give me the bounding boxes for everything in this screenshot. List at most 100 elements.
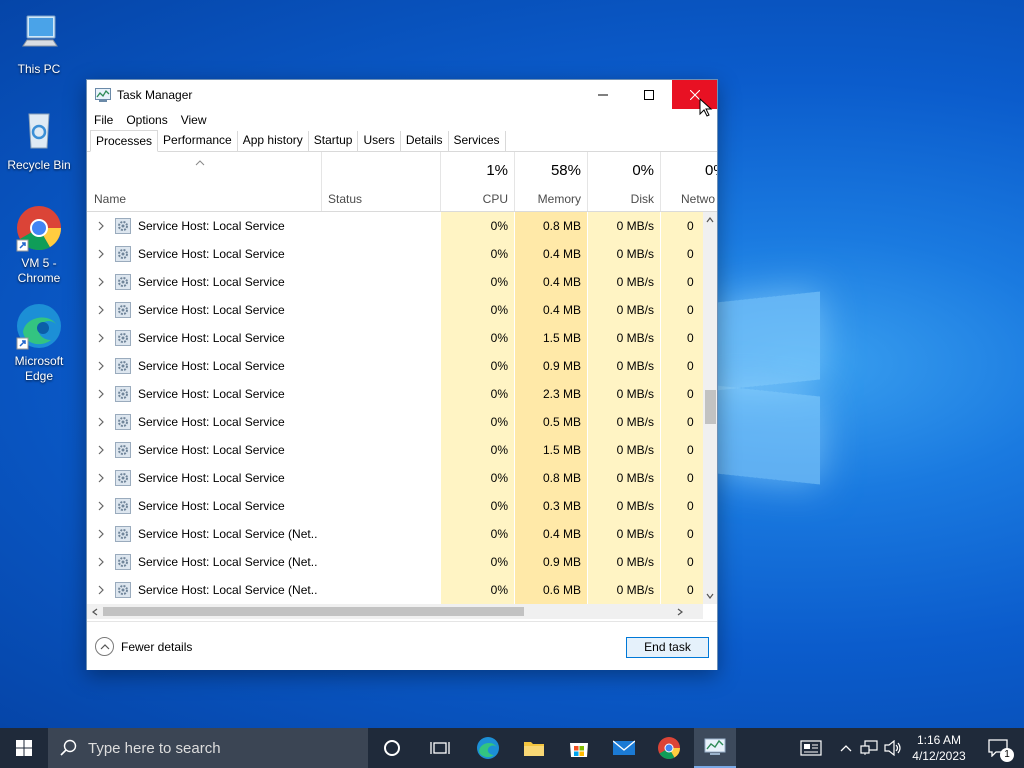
chrome-icon <box>658 737 680 759</box>
process-row[interactable]: Service Host: Local Service (Net... 0% 0.4… <box>87 520 703 548</box>
menu-view[interactable]: View <box>181 113 207 127</box>
cortana-button[interactable] <box>372 728 412 768</box>
desktop-icon-recycle-bin[interactable]: Recycle Bin <box>4 106 74 173</box>
tab-details[interactable]: Details <box>401 131 449 151</box>
process-name: Service Host: Local Service <box>138 415 285 429</box>
process-row[interactable]: Service Host: Local Service 0% 0.4 MB 0 MB/… <box>87 296 703 324</box>
process-cpu: 0% <box>441 436 514 464</box>
process-row[interactable]: Service Host: Local Service 0% 0.3 MB 0 MB/… <box>87 492 703 520</box>
desktop-icon-vm-chrome[interactable]: VM 5 - Chrome <box>4 204 74 286</box>
taskbar-task-manager[interactable] <box>694 728 736 768</box>
process-row[interactable]: Service Host: Local Service 0% 2.3 MB 0 MB/… <box>87 380 703 408</box>
network-icon <box>860 740 878 755</box>
chevron-right-icon[interactable] <box>96 389 106 399</box>
column-header-disk[interactable]: 0% Disk <box>588 152 660 211</box>
taskbar-mail[interactable] <box>604 728 644 768</box>
process-cpu: 0% <box>441 520 514 548</box>
vertical-scrollbar-thumb[interactable] <box>705 390 716 424</box>
tab-users[interactable]: Users <box>358 131 401 151</box>
taskbar-edge[interactable] <box>468 728 508 768</box>
desktop-icon-this-pc[interactable]: This PC <box>4 10 74 77</box>
process-row[interactable]: Service Host: Local Service 0% 0.4 MB 0 MB/… <box>87 268 703 296</box>
scroll-right-icon[interactable] <box>677 608 683 616</box>
chevron-right-icon[interactable] <box>96 333 106 343</box>
chevron-right-icon[interactable] <box>96 445 106 455</box>
process-list: Service Host: Local Service 0% 0.8 MB 0 MB/… <box>87 212 703 604</box>
chevron-right-icon[interactable] <box>96 221 106 231</box>
task-view-button[interactable] <box>420 728 460 768</box>
process-row[interactable]: Service Host: Local Service 0% 1.5 MB 0 MB/… <box>87 324 703 352</box>
chevron-right-icon[interactable] <box>96 501 106 511</box>
process-row[interactable]: Service Host: Local Service (Net... 0% 0.6… <box>87 576 703 604</box>
chevron-right-icon[interactable] <box>96 529 106 539</box>
process-cpu: 0% <box>441 352 514 380</box>
column-header-name[interactable]: Name <box>87 152 321 211</box>
news-widget-button[interactable] <box>796 728 826 768</box>
mail-icon <box>613 740 635 755</box>
network-status-button[interactable] <box>858 728 880 768</box>
tab-app-history[interactable]: App history <box>238 131 309 151</box>
taskbar-file-explorer[interactable] <box>514 728 554 768</box>
chevron-right-icon[interactable] <box>96 417 106 427</box>
maximize-button[interactable] <box>626 80 671 109</box>
chevron-right-icon[interactable] <box>96 361 106 371</box>
taskbar-store[interactable] <box>559 728 599 768</box>
disk-total-pct: 0% <box>632 162 654 179</box>
process-name: Service Host: Local Service <box>138 303 285 317</box>
vertical-scrollbar[interactable] <box>703 212 717 604</box>
end-task-button[interactable]: End task <box>626 637 709 658</box>
tab-services[interactable]: Services <box>449 131 506 151</box>
menu-file[interactable]: File <box>94 113 113 127</box>
process-row[interactable]: Service Host: Local Service 0% 1.5 MB 0 MB/… <box>87 436 703 464</box>
column-header-network[interactable]: 0% Netwo <box>661 152 717 211</box>
show-hidden-icons-button[interactable] <box>838 728 854 768</box>
tab-performance[interactable]: Performance <box>158 131 238 151</box>
volume-button[interactable] <box>882 728 904 768</box>
process-disk: 0 MB/s <box>588 212 660 240</box>
scroll-up-icon[interactable] <box>706 217 714 223</box>
menu-options[interactable]: Options <box>126 113 167 127</box>
column-header-status[interactable]: Status <box>322 152 440 211</box>
process-row[interactable]: Service Host: Local Service 0% 0.9 MB 0 MB/… <box>87 352 703 380</box>
minimize-button[interactable] <box>580 80 625 109</box>
tab-startup[interactable]: Startup <box>309 131 359 151</box>
scroll-left-icon[interactable] <box>92 608 98 616</box>
column-header-memory[interactable]: 58% Memory <box>515 152 587 211</box>
chevron-right-icon[interactable] <box>96 585 106 595</box>
recycle-bin-icon <box>15 106 63 154</box>
process-cpu: 0% <box>441 408 514 436</box>
column-header-cpu[interactable]: 1% CPU <box>441 152 514 211</box>
start-button[interactable] <box>0 728 48 768</box>
tab-processes[interactable]: Processes <box>90 130 159 152</box>
clock[interactable]: 1:16 AM 4/12/2023 <box>908 728 970 768</box>
folder-icon <box>524 742 544 756</box>
process-row[interactable]: Service Host: Local Service 0% 0.5 MB 0 MB/… <box>87 408 703 436</box>
process-disk: 0 MB/s <box>588 576 660 604</box>
process-network: 0 M <box>661 520 703 548</box>
process-row[interactable]: Service Host: Local Service 0% 0.8 MB 0 MB/… <box>87 464 703 492</box>
taskbar-chrome[interactable] <box>649 728 689 768</box>
fewer-details-button[interactable]: Fewer details <box>95 637 192 656</box>
chevron-right-icon[interactable] <box>96 557 106 567</box>
taskbar-search-box[interactable]: Type here to search <box>48 728 368 768</box>
process-disk: 0 MB/s <box>588 352 660 380</box>
action-center-button[interactable]: 1 <box>978 728 1018 768</box>
chrome-icon <box>15 204 63 252</box>
chevron-right-icon[interactable] <box>96 277 106 287</box>
window-title: Task Manager <box>117 87 193 102</box>
process-row[interactable]: Service Host: Local Service 0% 0.8 MB 0 MB/… <box>87 212 703 240</box>
chevron-right-icon[interactable] <box>96 473 106 483</box>
desktop-icon-edge[interactable]: Microsoft Edge <box>4 302 74 384</box>
process-disk: 0 MB/s <box>588 268 660 296</box>
scroll-down-icon[interactable] <box>706 593 714 599</box>
horizontal-scrollbar-thumb[interactable] <box>103 607 524 616</box>
title-bar[interactable]: Task Manager <box>87 80 717 117</box>
horizontal-scrollbar[interactable] <box>87 604 703 619</box>
chevron-right-icon[interactable] <box>96 249 106 259</box>
process-row[interactable]: Service Host: Local Service (Net... 0% 0.9… <box>87 548 703 576</box>
chevron-right-icon[interactable] <box>96 305 106 315</box>
process-memory: 0.4 MB <box>515 296 587 324</box>
process-memory: 0.9 MB <box>515 548 587 576</box>
process-name: Service Host: Local Service (Net... <box>138 555 318 569</box>
process-row[interactable]: Service Host: Local Service 0% 0.4 MB 0 MB/… <box>87 240 703 268</box>
